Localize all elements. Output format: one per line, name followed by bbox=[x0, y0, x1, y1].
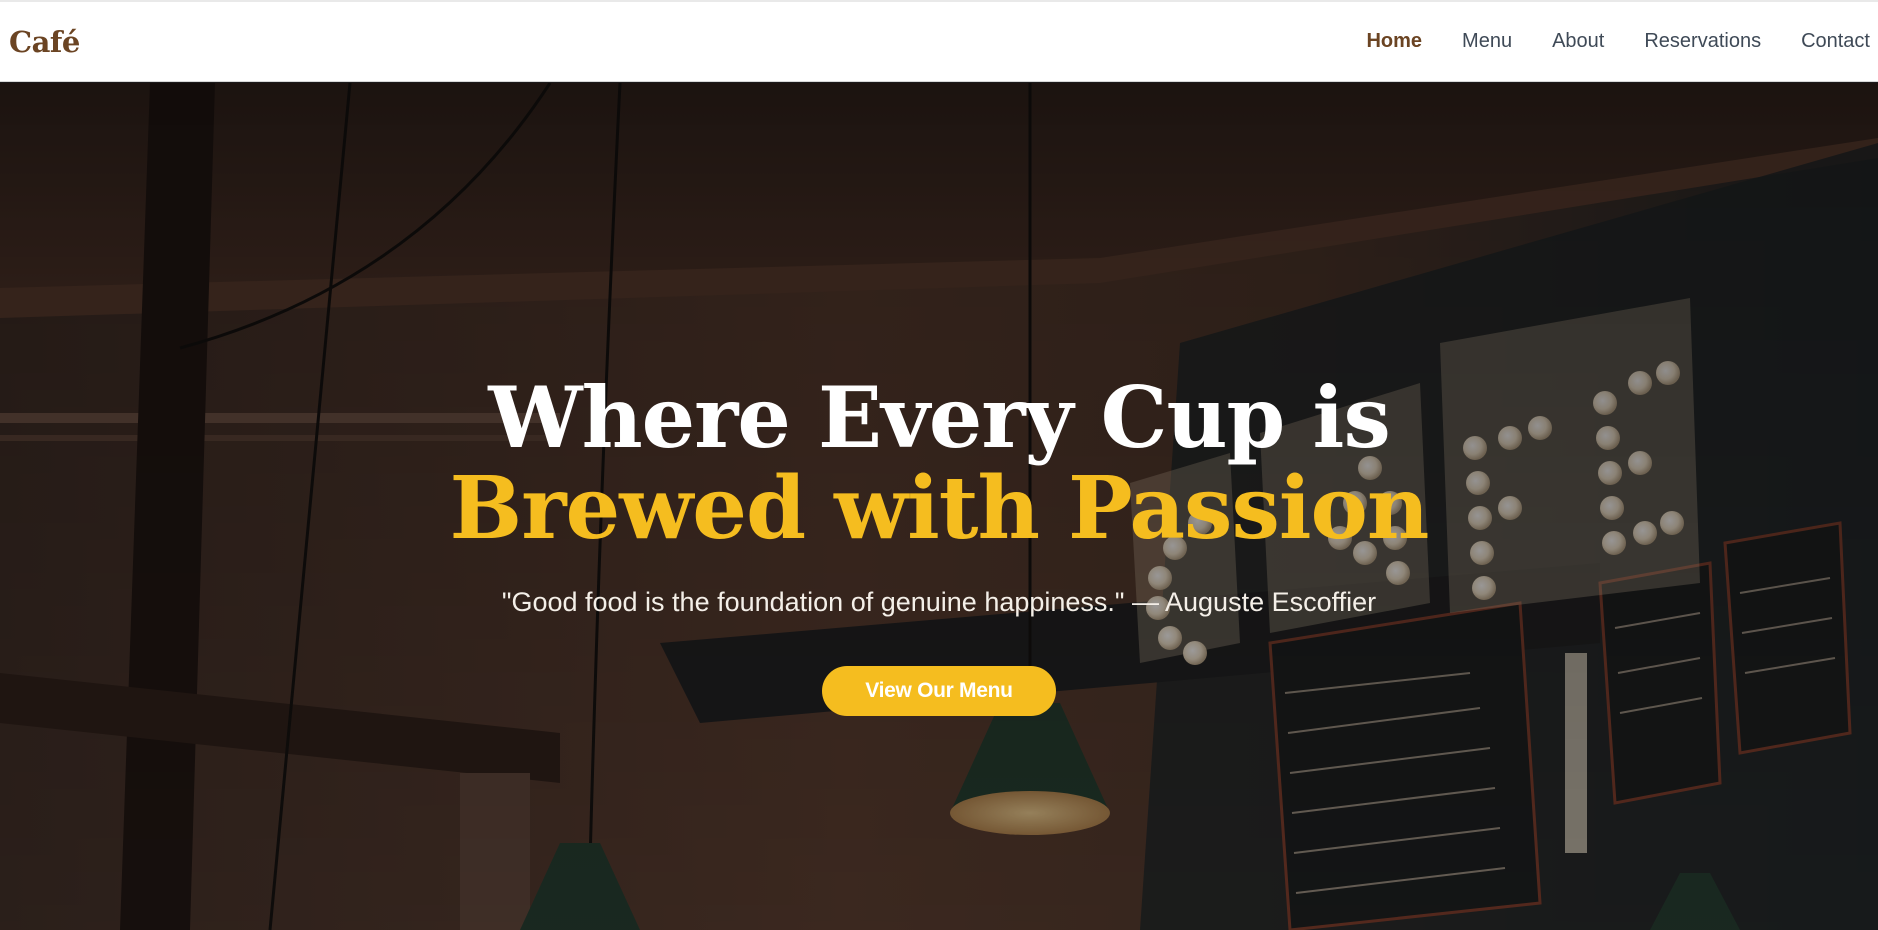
hero-content: Where Every Cup is Brewed with Passion "… bbox=[0, 83, 1878, 930]
nav-link-home[interactable]: Home bbox=[1366, 30, 1422, 53]
hero-section: Where Every Cup is Brewed with Passion "… bbox=[0, 83, 1878, 930]
hero-quote: "Good food is the foundation of genuine … bbox=[501, 587, 1377, 617]
brand-logo[interactable]: Café bbox=[9, 25, 80, 59]
hero-title-highlight: Brewed with Passion bbox=[449, 458, 1430, 559]
nav-link-contact[interactable]: Contact bbox=[1801, 30, 1870, 53]
nav-link-about[interactable]: About bbox=[1552, 30, 1604, 53]
hero-title: Where Every Cup is bbox=[488, 368, 1391, 467]
main-navbar: Café Home Menu About Reservations Contac… bbox=[0, 2, 1878, 82]
nav-link-menu[interactable]: Menu bbox=[1462, 30, 1512, 53]
nav-link-reservations[interactable]: Reservations bbox=[1644, 30, 1761, 53]
view-menu-button[interactable]: View Our Menu bbox=[822, 666, 1056, 716]
nav-links: Home Menu About Reservations Contact bbox=[1326, 30, 1870, 53]
